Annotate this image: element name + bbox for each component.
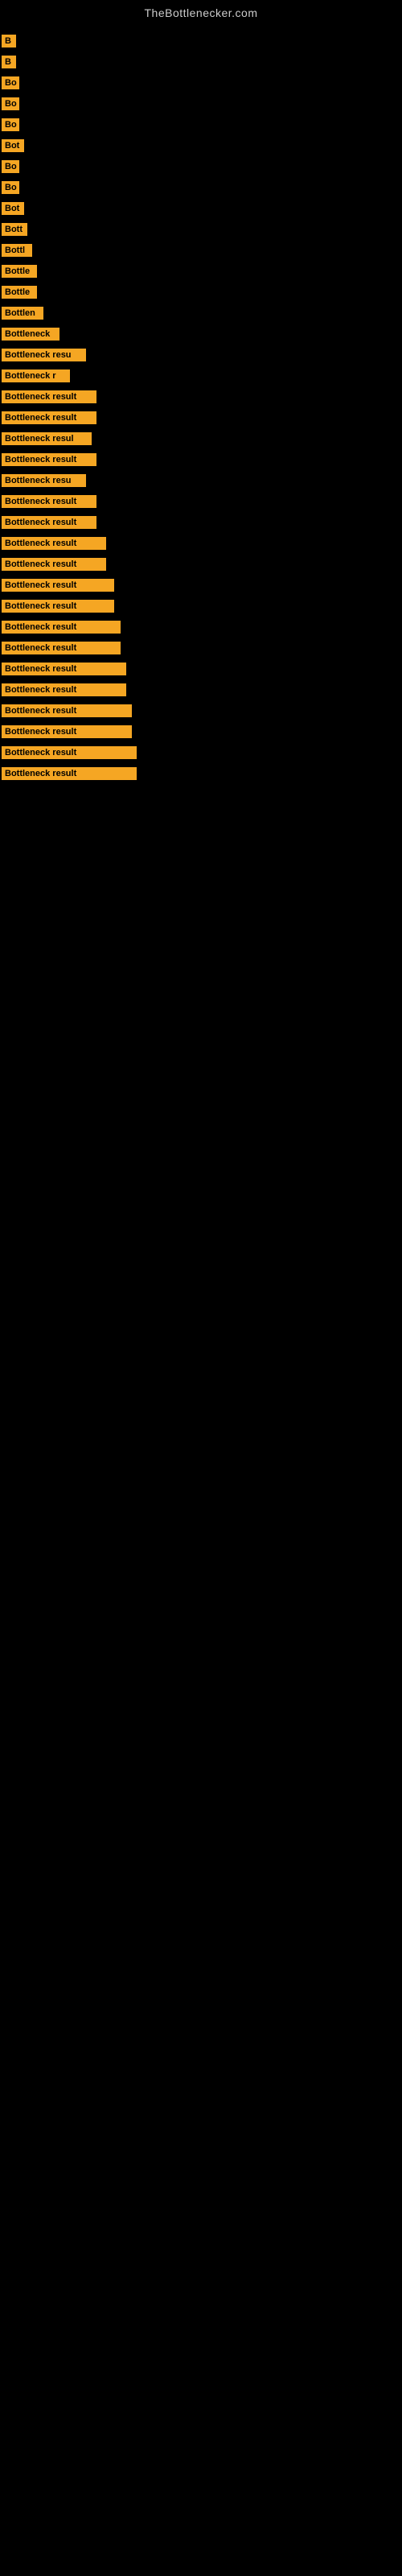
list-item: Bott: [0, 219, 402, 240]
bottleneck-badge: Bottleneck result: [2, 663, 126, 675]
list-item: Bottleneck result: [0, 512, 402, 533]
bottleneck-badge: Bottleneck resu: [2, 474, 86, 487]
list-item: Bottleneck result: [0, 533, 402, 554]
list-item: B: [0, 31, 402, 52]
list-item: Bottleneck result: [0, 700, 402, 721]
list-item: Bottleneck result: [0, 407, 402, 428]
bottleneck-badge: Bottleneck result: [2, 767, 137, 780]
list-item: Bottleneck result: [0, 596, 402, 617]
bottleneck-badge: Bottleneck result: [2, 704, 132, 717]
list-item: Bottleneck result: [0, 638, 402, 658]
list-item: Bo: [0, 93, 402, 114]
list-item: Bottleneck result: [0, 679, 402, 700]
bottleneck-badge: Bo: [2, 97, 19, 110]
list-item: Bo: [0, 72, 402, 93]
list-item: Bot: [0, 198, 402, 219]
bottleneck-badge: Bottleneck result: [2, 537, 106, 550]
bottleneck-badge: Bottleneck resu: [2, 349, 86, 361]
list-item: Bot: [0, 135, 402, 156]
bottleneck-badge: Bottleneck result: [2, 683, 126, 696]
bottleneck-badge: Bottleneck result: [2, 411, 96, 424]
bottleneck-badge: Bottleneck result: [2, 516, 96, 529]
list-item: Bottleneck: [0, 324, 402, 345]
list-item: Bo: [0, 156, 402, 177]
bottleneck-badge: Bo: [2, 181, 19, 194]
bottleneck-badge: Bo: [2, 118, 19, 131]
list-item: Bottleneck result: [0, 658, 402, 679]
bottleneck-badge: Bo: [2, 76, 19, 89]
list-item: Bottleneck result: [0, 386, 402, 407]
bottleneck-badge: Bottleneck result: [2, 495, 96, 508]
bottleneck-badge: Bottleneck result: [2, 390, 96, 403]
list-item: Bottleneck result: [0, 554, 402, 575]
list-item: Bottleneck result: [0, 449, 402, 470]
list-item: Bottleneck result: [0, 617, 402, 638]
list-item: Bottleneck result: [0, 742, 402, 763]
bottleneck-badge: Bott: [2, 223, 27, 236]
bottleneck-badge: Bot: [2, 139, 24, 152]
bottleneck-badge: B: [2, 35, 16, 47]
bottleneck-badge: Bottleneck resul: [2, 432, 92, 445]
bottleneck-badge: Bottleneck r: [2, 369, 70, 382]
bottleneck-badge: Bottlen: [2, 307, 43, 320]
bottleneck-badge: Bottle: [2, 286, 37, 299]
list-item: Bottle: [0, 261, 402, 282]
bottleneck-badge: Bottleneck result: [2, 558, 106, 571]
list-item: Bottleneck resu: [0, 345, 402, 365]
list-item: Bottleneck result: [0, 721, 402, 742]
bottleneck-badge: Bottleneck: [2, 328, 59, 341]
bottleneck-badge: Bottleneck result: [2, 642, 121, 654]
list-item: Bottl: [0, 240, 402, 261]
bottleneck-badge: Bottleneck result: [2, 453, 96, 466]
bottleneck-badge: Bottleneck result: [2, 621, 121, 634]
bottleneck-badge: Bottleneck result: [2, 579, 114, 592]
site-title: TheBottlenecker.com: [0, 0, 402, 23]
bottleneck-badge: Bottleneck result: [2, 725, 132, 738]
bottleneck-badge: Bottl: [2, 244, 32, 257]
list-item: B: [0, 52, 402, 72]
list-item: Bo: [0, 177, 402, 198]
bottleneck-badge: Bo: [2, 160, 19, 173]
list-item: Bottleneck result: [0, 491, 402, 512]
bottleneck-badge: Bottleneck result: [2, 600, 114, 613]
list-item: Bottle: [0, 282, 402, 303]
list-item: Bottleneck r: [0, 365, 402, 386]
bottleneck-badge: Bottle: [2, 265, 37, 278]
bottleneck-badge: B: [2, 56, 16, 68]
bottleneck-badge: Bottleneck result: [2, 746, 137, 759]
list-item: Bottleneck result: [0, 763, 402, 784]
list-item: Bottlen: [0, 303, 402, 324]
list-item: Bottleneck result: [0, 575, 402, 596]
list-item: Bottleneck resu: [0, 470, 402, 491]
bottleneck-badge: Bot: [2, 202, 24, 215]
list-item: Bottleneck resul: [0, 428, 402, 449]
list-item: Bo: [0, 114, 402, 135]
